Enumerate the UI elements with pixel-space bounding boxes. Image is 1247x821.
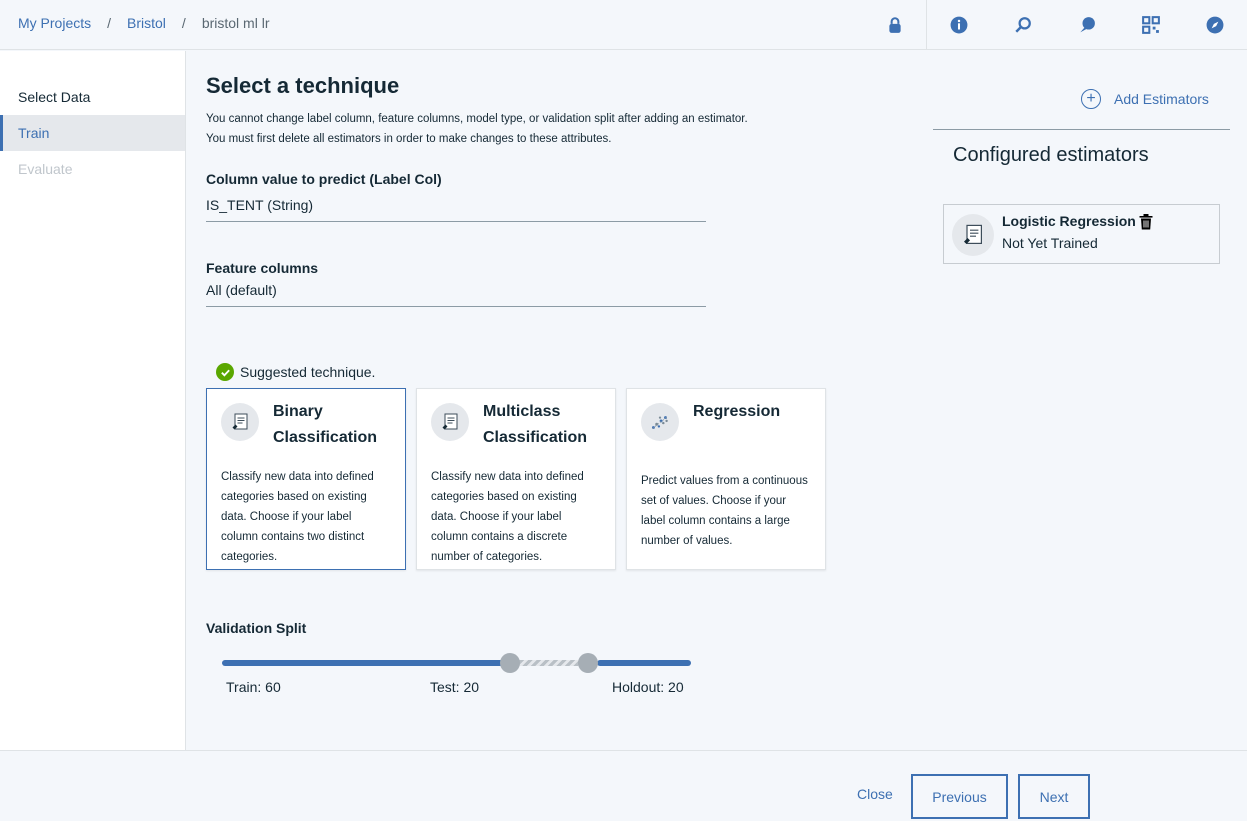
estimator-status: Not Yet Trained [1002,235,1098,251]
estimator-name: Logistic Regression [1002,213,1136,229]
technique-card-binary[interactable]: Binary Classification Classify new data … [206,388,406,570]
validation-split-label: Validation Split [206,620,307,636]
validation-split-slider[interactable] [222,653,691,673]
info-icon[interactable] [927,0,991,50]
technique-title-line: Classification [273,429,378,446]
main-content: Select a technique You cannot change lab… [206,51,906,307]
breadcrumb-current: bristol ml lr [201,15,270,31]
estimator-card[interactable]: Logistic Regression Not Yet Trained [943,204,1220,264]
technique-title: Regression [693,403,781,420]
breadcrumb-separator: / [107,15,112,31]
technique-description: Predict values from a continuous set of … [641,475,808,547]
technique-title: Multiclass Classification [483,399,587,451]
header-toolbar [863,0,1247,50]
description-line: You must first delete all estimators in … [206,133,612,145]
breadcrumb-my-projects[interactable]: My Projects [18,15,91,31]
document-icon [431,403,469,441]
page-description: You cannot change label column, feature … [206,109,906,149]
breadcrumb-bristol[interactable]: Bristol [127,15,166,31]
document-icon [221,403,259,441]
next-button[interactable]: Next [1018,774,1090,819]
technique-title-line: Multiclass [483,403,561,420]
footer: Close Previous Next [0,750,1247,821]
slider-track-train [222,660,504,666]
technique-description: Classify new data into defined categorie… [431,471,584,563]
close-button[interactable]: Close [857,786,893,802]
configured-estimators-title: Configured estimators [953,144,1149,166]
feature-cols-select[interactable]: All (default) [206,276,706,307]
grid-icon[interactable] [1119,0,1183,50]
breadcrumb-separator: / [181,15,186,31]
test-split-label: Test: 20 [430,679,480,695]
slider-handle-test-holdout[interactable] [578,653,599,673]
technique-description: Classify new data into defined categorie… [221,471,374,563]
technique-title-line: Binary [273,403,323,420]
technique-title-line: Classification [483,429,588,446]
chat-icon[interactable] [1055,0,1119,50]
sidebar-item-train[interactable]: Train [0,115,185,151]
technique-card-regression[interactable]: Regression Predict values from a continu… [626,388,826,570]
sidebar-item-evaluate: Evaluate [18,161,73,177]
technique-card-multiclass[interactable]: Multiclass Classification Classify new d… [416,388,616,570]
zoom-icon[interactable] [991,0,1055,50]
sidebar: Select Data Train Evaluate [0,51,186,751]
top-bar: My Projects / Bristol / bristol ml lr [0,0,1247,50]
add-estimators-button[interactable]: + Add Estimators [1081,89,1209,109]
previous-button[interactable]: Previous [911,774,1008,819]
checkmark-icon [216,363,234,381]
label-col-label: Column value to predict (Label Col) [206,171,442,187]
trash-icon[interactable] [1139,214,1153,230]
scatter-plot-icon [641,403,679,441]
label-col-select[interactable]: IS_TENT (String) [206,191,706,222]
compass-icon[interactable] [1183,0,1247,50]
description-line: You cannot change label column, feature … [206,113,748,125]
add-estimators-label: Add Estimators [1114,91,1209,107]
plus-circle-icon: + [1081,89,1101,109]
page-title: Select a technique [206,73,400,98]
train-split-label: Train: 60 [226,679,281,695]
technique-title: Binary Classification [273,399,377,451]
lock-icon[interactable] [863,0,927,50]
feature-cols-label: Feature columns [206,260,319,276]
slider-track-holdout [597,660,691,666]
divider [933,129,1230,130]
document-icon [952,214,994,256]
slider-handle-train-test[interactable] [500,653,521,673]
holdout-split-label: Holdout: 20 [612,679,684,695]
sidebar-item-select-data[interactable]: Select Data [0,79,185,115]
technique-cards: Binary Classification Classify new data … [206,388,826,570]
breadcrumb: My Projects / Bristol / bristol ml lr [18,15,269,31]
suggested-technique-note: Suggested technique. [216,363,375,381]
suggested-label: Suggested technique. [240,364,376,380]
